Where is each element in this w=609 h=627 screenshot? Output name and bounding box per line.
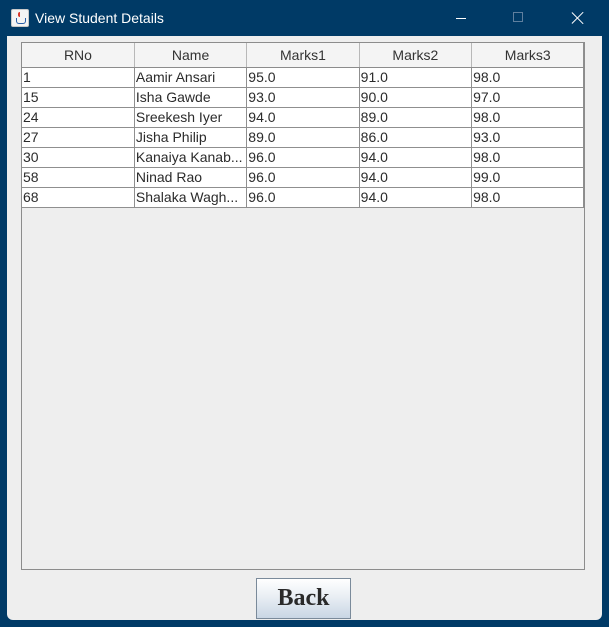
column-header-name[interactable]: Name <box>134 43 248 68</box>
cell-marks2[interactable]: 89.0 <box>359 107 473 128</box>
cell-name[interactable]: Ninad Rao <box>134 167 248 188</box>
content-panel: RNo Name Marks1 Marks2 Marks3 1 Aamir An… <box>7 36 602 620</box>
cell-marks3[interactable]: 99.0 <box>471 167 585 188</box>
cell-marks2[interactable]: 91.0 <box>359 67 473 88</box>
cell-marks3[interactable]: 98.0 <box>471 107 585 128</box>
cell-marks1[interactable]: 96.0 <box>246 167 360 188</box>
cell-marks3[interactable]: 98.0 <box>471 187 585 208</box>
cell-marks1[interactable]: 94.0 <box>246 107 360 128</box>
cell-marks2[interactable]: 94.0 <box>359 147 473 168</box>
column-header-marks3[interactable]: Marks3 <box>471 43 585 68</box>
title-bar[interactable]: View Student Details <box>0 0 609 36</box>
table-header-row: RNo Name Marks1 Marks2 Marks3 <box>22 43 585 68</box>
table-row[interactable]: 30 Kanaiya Kanab... 96.0 94.0 98.0 <box>22 147 585 168</box>
column-header-rno[interactable]: RNo <box>22 43 135 68</box>
cell-marks2[interactable]: 94.0 <box>359 167 473 188</box>
column-header-marks2[interactable]: Marks2 <box>359 43 473 68</box>
cell-name[interactable]: Jisha Philip <box>134 127 248 148</box>
cell-marks1[interactable]: 89.0 <box>246 127 360 148</box>
cell-rno[interactable]: 68 <box>22 187 135 208</box>
cell-rno[interactable]: 27 <box>22 127 135 148</box>
cell-name[interactable]: Shalaka Wagh... <box>134 187 248 208</box>
close-icon <box>571 11 584 24</box>
cell-name[interactable]: Sreekesh Iyer <box>134 107 248 128</box>
table-row[interactable]: 58 Ninad Rao 96.0 94.0 99.0 <box>22 167 585 188</box>
student-details-window: View Student Details RNo Name Marks1 Mar… <box>0 0 609 627</box>
column-header-marks1[interactable]: Marks1 <box>246 43 360 68</box>
cell-marks3[interactable]: 93.0 <box>471 127 585 148</box>
maximize-button[interactable] <box>496 0 542 36</box>
back-button[interactable]: Back <box>256 578 351 619</box>
cell-rno[interactable]: 58 <box>22 167 135 188</box>
maximize-icon <box>513 12 523 22</box>
cell-marks3[interactable]: 98.0 <box>471 67 585 88</box>
java-cup-icon <box>11 9 29 27</box>
cell-marks3[interactable]: 98.0 <box>471 147 585 168</box>
cell-rno[interactable]: 1 <box>22 67 135 88</box>
table-row[interactable]: 15 Isha Gawde 93.0 90.0 97.0 <box>22 87 585 108</box>
table-row[interactable]: 27 Jisha Philip 89.0 86.0 93.0 <box>22 127 585 148</box>
table-row[interactable]: 24 Sreekesh Iyer 94.0 89.0 98.0 <box>22 107 585 128</box>
cell-rno[interactable]: 15 <box>22 87 135 108</box>
cell-name[interactable]: Kanaiya Kanab... <box>134 147 248 168</box>
cell-marks1[interactable]: 95.0 <box>246 67 360 88</box>
table-row[interactable]: 68 Shalaka Wagh... 96.0 94.0 98.0 <box>22 187 585 208</box>
table-row[interactable]: 1 Aamir Ansari 95.0 91.0 98.0 <box>22 67 585 88</box>
cell-marks1[interactable]: 96.0 <box>246 187 360 208</box>
cell-name[interactable]: Isha Gawde <box>134 87 248 108</box>
cell-marks2[interactable]: 94.0 <box>359 187 473 208</box>
close-button[interactable] <box>554 0 600 36</box>
student-table: RNo Name Marks1 Marks2 Marks3 1 Aamir An… <box>22 43 585 208</box>
cell-marks1[interactable]: 96.0 <box>246 147 360 168</box>
cell-marks3[interactable]: 97.0 <box>471 87 585 108</box>
cell-marks2[interactable]: 86.0 <box>359 127 473 148</box>
cell-marks1[interactable]: 93.0 <box>246 87 360 108</box>
window-title: View Student Details <box>35 10 164 26</box>
cell-marks2[interactable]: 90.0 <box>359 87 473 108</box>
cell-rno[interactable]: 24 <box>22 107 135 128</box>
cell-name[interactable]: Aamir Ansari <box>134 67 248 88</box>
cell-rno[interactable]: 30 <box>22 147 135 168</box>
table-scroll-pane[interactable]: RNo Name Marks1 Marks2 Marks3 1 Aamir An… <box>21 42 585 570</box>
minimize-button[interactable] <box>438 0 484 36</box>
minimize-icon <box>456 18 466 19</box>
